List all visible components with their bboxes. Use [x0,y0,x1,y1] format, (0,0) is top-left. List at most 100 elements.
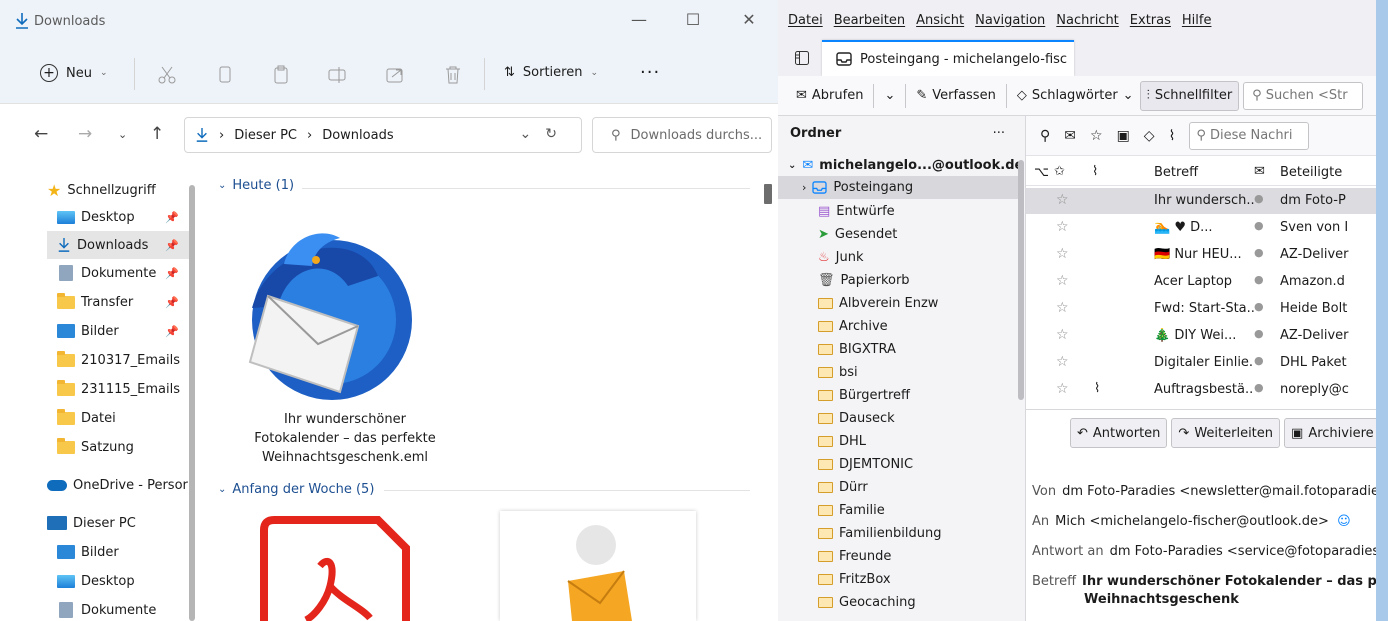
spaces-toggle-icon[interactable] [794,50,810,66]
unread-filter-icon[interactable]: ✉ [1064,128,1076,144]
rename-icon[interactable] [326,64,348,86]
header-value[interactable]: dm Foto-Paradies <newsletter@mail.fotopa… [1062,484,1376,499]
close-button[interactable]: ✕ [734,10,764,29]
group-header-today[interactable]: ⌄ Heute (1) [218,178,294,193]
image-file-thumbnail[interactable] [500,511,696,621]
tags-button[interactable]: ◇ Schlagwörter ⌄ [1011,81,1140,111]
up-arrow-icon[interactable]: ↑ [150,124,164,144]
message-row[interactable]: ☆ ⌇ Auftragsbestä... ● noreply@c [1026,377,1376,399]
refresh-icon[interactable]: ↻ [545,126,571,142]
star-icon[interactable]: ☆ [1056,273,1069,289]
nav-item-pictures[interactable]: Bilder [57,538,189,566]
nav-item-folder[interactable]: 231115_Emails [57,375,189,403]
forward-arrow-icon[interactable]: → [78,124,92,144]
unread-dot-icon[interactable]: ● [1254,354,1264,367]
folder-item[interactable]: BIGXTRA [778,338,1022,361]
back-arrow-icon[interactable]: ← [34,124,48,144]
unread-dot-icon[interactable]: ● [1254,192,1264,205]
correspondents-column-header[interactable]: Beteiligte [1280,165,1342,180]
unread-dot-icon[interactable]: ● [1254,300,1264,313]
star-icon[interactable]: ☆ [1056,192,1069,208]
folder-item[interactable]: DJEMTONIC [778,453,1022,476]
thread-column-icon[interactable]: ⌥ [1034,165,1049,180]
pin-icon[interactable]: ⚲ [1040,128,1050,144]
unread-dot-icon[interactable]: ● [1254,246,1264,259]
nav-item-folder[interactable]: 210317_Emails [57,346,189,374]
folder-junk[interactable]: ♨ Junk [778,246,1022,269]
unread-dot-icon[interactable]: ● [1254,219,1264,232]
account-row[interactable]: ⌄ ✉ michelangelo...@outlook.de [778,154,1022,177]
attachment-filter-icon[interactable]: ⌇ [1169,128,1176,144]
menu-help[interactable]: Hilfe [1182,13,1212,28]
file-name-eml[interactable]: Ihr wunderschöner Fotokalender – das per… [230,410,460,467]
fetch-mail-dropdown[interactable]: ⌄ [878,81,901,111]
folder-pane-menu-button[interactable]: ··· [993,126,1005,141]
cut-icon[interactable] [156,64,178,86]
folder-inbox[interactable]: › Posteingang [778,176,1022,199]
fetch-mail-button[interactable]: ✉ Abrufen [790,81,869,111]
more-options-button[interactable]: ··· [640,62,660,83]
message-row[interactable]: ☆ Ihr wundersch... ● dm Foto-P [1026,188,1376,214]
folder-item[interactable]: Familienbildung [778,522,1022,545]
star-icon[interactable]: ☆ [1056,381,1069,397]
folder-item[interactable]: Familie [778,499,1022,522]
header-value[interactable]: dm Foto-Paradies <service@fotoparadies [1110,544,1376,559]
nav-item-folder[interactable]: Satzung [57,433,189,461]
nav-item-desktop[interactable]: Desktop 📌 [57,203,189,231]
archive-button[interactable]: ▣ Archiviere [1284,418,1376,448]
unread-dot-icon[interactable]: ● [1254,273,1264,286]
pdf-file-icon[interactable] [258,516,412,621]
folder-item[interactable]: Archive [778,315,1022,338]
copy-icon[interactable] [214,64,236,86]
new-button[interactable]: + Neu ⌄ [40,64,108,82]
folder-scrollbar[interactable] [1018,160,1024,400]
folder-item[interactable]: DHL [778,430,1022,453]
nav-item-downloads[interactable]: Downloads 📌 [47,231,189,259]
nav-item-folder[interactable]: Datei [57,404,189,432]
subject-column-header[interactable]: Betreff [1154,165,1198,180]
nav-item-this-pc[interactable]: Dieser PC [47,509,189,537]
nav-item-transfer[interactable]: Transfer 📌 [57,288,189,316]
folder-item[interactable]: Geocaching [778,591,1022,614]
chevron-down-icon[interactable]: ⌄ [520,126,546,142]
attachment-column-icon[interactable]: ⌇ [1092,164,1098,179]
folder-item[interactable]: FritzBox [778,568,1022,591]
folder-sent[interactable]: ➤ Gesendet [778,223,1022,246]
breadcrumb-downloads[interactable]: Downloads [322,128,393,143]
paste-icon[interactable] [270,64,292,86]
menu-view[interactable]: Ansicht [916,13,964,28]
group-header-week[interactable]: ⌄ Anfang der Woche (5) [218,482,374,497]
star-icon[interactable]: ☆ [1056,246,1069,262]
folder-item[interactable]: bsi [778,361,1022,384]
star-filter-icon[interactable]: ☆ [1090,128,1103,144]
read-status-column-icon[interactable]: ✉ [1254,164,1265,179]
nav-scrollbar[interactable] [189,185,195,621]
folder-item[interactable]: Dauseck [778,407,1022,430]
maximize-button[interactable]: ☐ [678,10,708,29]
star-column-icon[interactable]: ✩ [1054,164,1065,179]
nav-item-onedrive[interactable]: OneDrive - Persor [47,471,189,499]
message-row[interactable]: ☆ Acer Laptop ● Amazon.d [1026,269,1376,295]
minimize-button[interactable]: — [624,10,654,29]
nav-item-documents[interactable]: Dokumente [57,596,189,621]
nav-item-documents[interactable]: Dokumente 📌 [57,259,189,287]
sort-button[interactable]: ⇅ Sortieren ⌄ [504,65,598,80]
star-icon[interactable]: ☆ [1056,300,1069,316]
folder-item[interactable]: Bürgertreff [778,384,1022,407]
quick-filter-button[interactable]: ⫶ Schnellfilter [1139,80,1240,111]
address-controls[interactable]: ⌄↻ [520,126,571,142]
folder-item[interactable]: Dürr [778,476,1022,499]
folder-item[interactable]: Freunde [778,545,1022,568]
folder-drafts[interactable]: ▤ Entwürfe [778,200,1022,223]
message-row[interactable]: ☆ 🎄 DIY Wei... ● AZ-Deliver [1026,323,1376,349]
recent-locations-icon[interactable]: ⌄ [118,128,127,141]
unread-dot-icon[interactable]: ● [1254,327,1264,340]
tag-filter-icon[interactable]: ◇ [1144,128,1155,144]
menu-message[interactable]: Nachricht [1056,13,1119,28]
folder-trash[interactable]: 🗑 Papierkorb [778,269,1022,292]
star-icon[interactable]: ☆ [1056,327,1069,343]
breadcrumb-this-pc[interactable]: Dieser PC [234,128,297,143]
delete-icon[interactable] [442,64,464,86]
forward-button[interactable]: ↷ Weiterleiten [1171,418,1281,448]
contact-filter-icon[interactable]: ▣ [1117,128,1130,144]
